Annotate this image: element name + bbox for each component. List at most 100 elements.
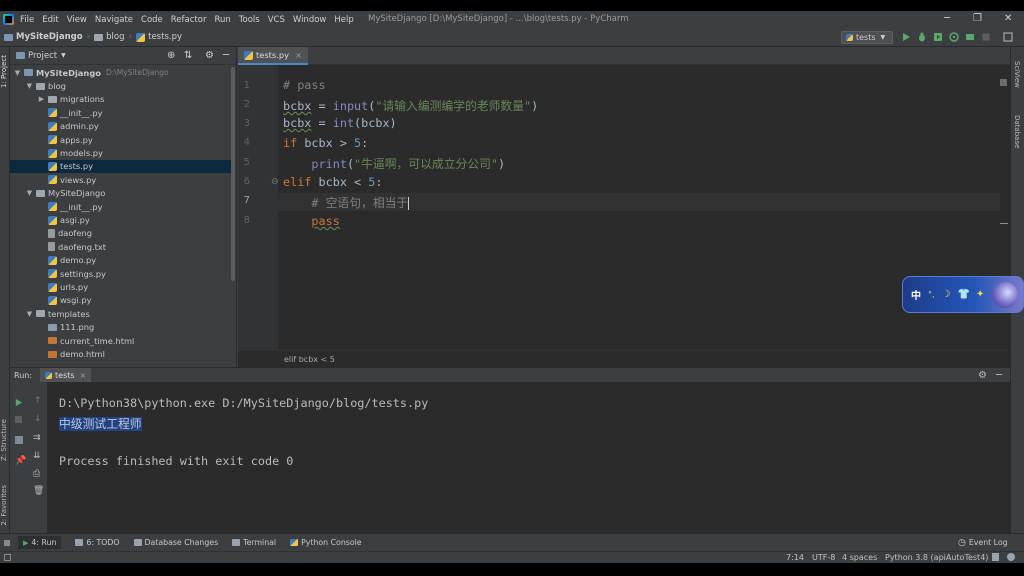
stop-icon[interactable] [15, 416, 22, 423]
tree-item[interactable]: ▼ blog [10, 79, 234, 92]
sciview-tool-window-button[interactable]: SciView [1013, 61, 1021, 88]
database-tool-window-button[interactable]: Database [1013, 115, 1021, 148]
tree-item[interactable]: __init__.py [10, 106, 234, 119]
menu-help[interactable]: Help [334, 15, 353, 25]
menu-navigate[interactable]: Navigate [95, 15, 133, 25]
ime-toolbar[interactable]: 中 °, ☽ 👕 ✦ [902, 276, 1024, 313]
menu-window[interactable]: Window [293, 15, 327, 25]
collapse-all-icon[interactable]: ⇅ [184, 50, 192, 61]
tab-database-changes[interactable]: Database Changes [133, 538, 218, 547]
menu-code[interactable]: Code [141, 15, 163, 25]
tab-run[interactable]: ▶ 4: Run [18, 536, 62, 549]
gear-icon[interactable]: ⚙ [205, 50, 214, 61]
caret-position[interactable]: 7:14 [786, 553, 804, 562]
chevron-down-icon[interactable]: ▼ [61, 52, 66, 59]
tab-event-log[interactable]: ◷ Event Log [958, 538, 1008, 548]
run-configuration-select[interactable]: tests ▼ [841, 31, 893, 44]
trash-icon[interactable]: 🗑 [33, 486, 44, 496]
python-interpreter[interactable]: Python 3.8 (apiAutoTest4) [885, 553, 988, 562]
star-icon[interactable]: ✦ [976, 289, 984, 300]
favorites-tool-window-button[interactable]: 2: Favorites [0, 485, 8, 526]
hide-panel-icon[interactable]: ─ [223, 50, 229, 61]
code-editor[interactable]: 1 2 3 4 5 6 7 8 ⊖ # pass bcbx = input("请… [238, 65, 1010, 350]
project-scrollbar[interactable] [231, 67, 235, 281]
maximize-icon[interactable]: ❐ [973, 13, 982, 24]
menu-run[interactable]: Run [214, 15, 230, 25]
tab-terminal[interactable]: Terminal [232, 538, 276, 547]
tree-item[interactable]: 111.png [10, 321, 234, 334]
moon-icon[interactable]: ☽ [942, 289, 951, 300]
restore-layout-icon[interactable] [15, 436, 23, 444]
editor-breadcrumb[interactable]: elif bcbx < 5 [238, 350, 1010, 367]
pin-icon[interactable]: 📌 [15, 456, 26, 466]
close-tab-icon[interactable]: × [80, 371, 87, 380]
gear-icon[interactable]: ⚙ [978, 370, 987, 381]
project-panel-title[interactable]: Project [28, 51, 57, 61]
close-icon[interactable]: ✕ [1004, 13, 1012, 24]
menu-refactor[interactable]: Refactor [171, 15, 207, 25]
chevron-down-icon[interactable]: ▼ [25, 189, 34, 197]
concurrency-icon[interactable] [965, 32, 975, 42]
run-coverage-icon[interactable] [933, 32, 943, 42]
tree-item[interactable]: demo.py [10, 254, 234, 267]
tab-python-console[interactable]: Python Console [290, 538, 362, 547]
chevron-down-icon[interactable]: ▼ [25, 82, 34, 90]
soft-wrap-icon[interactable]: ⇉ [33, 433, 41, 443]
tree-item[interactable]: tests.py [10, 159, 234, 174]
tree-item[interactable]: wsgi.py [10, 294, 234, 307]
chevron-down-icon[interactable]: ▼ [13, 69, 22, 77]
tree-item[interactable]: daofeng [10, 227, 234, 240]
locate-file-icon[interactable]: ⊕ [167, 50, 175, 61]
arrow-up-icon[interactable]: ↑ [34, 396, 42, 406]
inspection-indicator-icon[interactable] [1000, 79, 1007, 86]
structure-tool-window-button[interactable]: Z: Structure [0, 419, 8, 461]
shirt-icon[interactable]: 👕 [958, 289, 970, 300]
run-tab-tests[interactable]: tests × [40, 368, 92, 382]
tree-item[interactable]: apps.py [10, 133, 234, 146]
search-everywhere-icon[interactable] [1003, 32, 1013, 42]
fold-marker-icon[interactable]: ⊖ [271, 177, 279, 187]
menu-edit[interactable]: Edit [42, 15, 58, 25]
close-tab-icon[interactable]: × [295, 50, 302, 60]
rerun-icon[interactable] [14, 398, 23, 407]
tab-tests-py[interactable]: tests.py × [238, 47, 309, 65]
tree-item[interactable]: ▼ templates [10, 307, 234, 320]
tree-item[interactable]: daofeng.txt [10, 240, 234, 253]
run-console[interactable]: D:\Python38\python.exe D:/MySiteDjango/b… [48, 382, 1010, 533]
run-icon[interactable] [901, 32, 911, 42]
hide-panel-icon[interactable]: ─ [996, 370, 1002, 381]
debug-icon[interactable] [917, 32, 927, 42]
tab-todo[interactable]: 6: TODO [75, 538, 120, 547]
lock-icon[interactable] [992, 553, 999, 561]
chevron-down-icon[interactable]: ▼ [25, 310, 34, 318]
file-encoding[interactable]: UTF-8 [812, 553, 835, 562]
minimize-icon[interactable]: ─ [944, 13, 950, 24]
menu-view[interactable]: View [67, 15, 87, 25]
breadcrumb-project[interactable]: MySiteDjango [4, 32, 83, 42]
chevron-right-icon[interactable]: ▶ [37, 95, 46, 103]
tree-item[interactable]: views.py [10, 173, 234, 186]
tree-item[interactable]: __init__.py [10, 200, 234, 213]
tree-item[interactable]: admin.py [10, 120, 234, 133]
tree-item[interactable]: demo.html [10, 347, 234, 360]
menu-vcs[interactable]: VCS [268, 15, 285, 25]
tree-item[interactable]: urls.py [10, 280, 234, 293]
stop-icon[interactable] [981, 32, 991, 42]
menu-tools[interactable]: Tools [239, 15, 260, 25]
project-tool-window-button[interactable]: 1: Project [0, 55, 8, 88]
status-toggle-icon[interactable] [4, 554, 11, 561]
indent-setting[interactable]: 4 spaces [842, 553, 877, 562]
print-icon[interactable]: ⎙ [33, 469, 40, 479]
tree-item[interactable]: ▼ MySiteDjango D:\MySiteDjango [10, 66, 234, 79]
breadcrumb-folder[interactable]: blog [94, 32, 125, 42]
tree-item[interactable]: ▶ migrations [10, 93, 234, 106]
profile-icon[interactable] [949, 32, 959, 42]
error-stripe-mark[interactable] [1000, 223, 1008, 224]
tree-item[interactable]: ▼ MySiteDjango [10, 187, 234, 200]
inspector-icon[interactable] [1007, 553, 1015, 561]
breadcrumb-file[interactable]: tests.py [136, 32, 182, 42]
menu-file[interactable]: File [20, 15, 34, 25]
tree-item[interactable]: models.py [10, 146, 234, 159]
arrow-down-icon[interactable]: ↓ [34, 414, 42, 424]
tree-item[interactable]: asgi.py [10, 213, 234, 226]
